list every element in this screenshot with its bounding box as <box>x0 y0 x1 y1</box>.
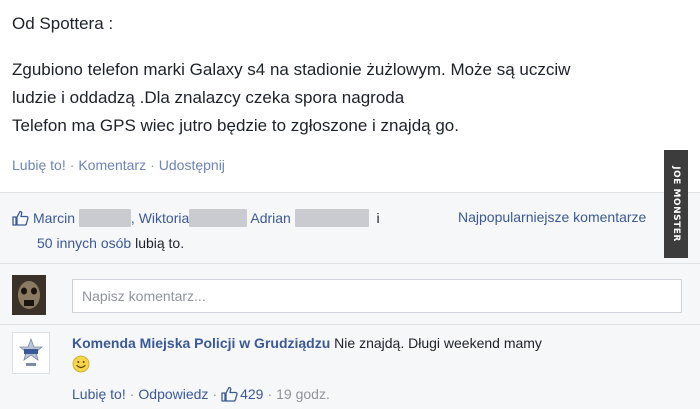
police-avatar[interactable] <box>12 332 50 374</box>
post-body-line: Telefon ma GPS wiec jutro będzie to zgło… <box>12 116 459 135</box>
and-text: i <box>376 210 380 226</box>
redacted-surname <box>78 209 131 227</box>
share-link[interactable]: Udostępnij <box>159 157 225 173</box>
comment-actions: Lubię to! · Odpowiedz · 429 · 19 godz. <box>72 386 330 405</box>
post-actions: Lubię to! · Komentarz · Udostępnij <box>12 157 225 173</box>
liker-name[interactable]: Wiktoria <box>139 210 190 226</box>
comment-timestamp[interactable]: 19 godz. <box>276 386 330 402</box>
separator: · <box>212 386 218 402</box>
liker-name[interactable]: Adrian <box>250 210 290 226</box>
feedback-section: Marcin , Wiktoria Adrian i Najpopularnie… <box>0 192 700 409</box>
comment-input-box[interactable] <box>72 279 682 313</box>
like-link[interactable]: Lubię to! <box>12 157 66 173</box>
separator: · <box>129 386 135 402</box>
watermark-text: JOE MONSTER <box>671 166 681 242</box>
separator: · <box>150 157 155 173</box>
likes-suffix: lubią to. <box>135 235 185 251</box>
comment-input[interactable] <box>73 280 681 312</box>
redacted-surname <box>189 209 248 227</box>
thumbs-up-icon <box>12 210 29 229</box>
avatar[interactable] <box>12 275 46 315</box>
comment-like-count[interactable]: 429 <box>240 386 263 402</box>
joe-monster-watermark: JOE MONSTER <box>664 150 688 258</box>
smiley-emoji-icon <box>72 355 90 378</box>
likes-summary-line2: 50 innych osób lubią to. <box>37 235 184 251</box>
redacted-surname <box>294 209 369 227</box>
comment-author[interactable]: Komenda Miejska Policji w Grudziądzu <box>72 335 330 351</box>
reply-link[interactable]: Odpowiedz <box>138 386 208 402</box>
separator: · <box>267 386 273 402</box>
comment-text: Nie znajdą. Długi weekend mamy <box>334 335 542 351</box>
post-body: Zgubiono telefon marki Galaxy s4 na stad… <box>12 56 700 140</box>
post-body-line: ludzie i oddadzą .Dla znalazcy czeka spo… <box>12 88 405 107</box>
post-header: Od Spottera : <box>12 14 114 33</box>
separator: · <box>69 157 75 173</box>
divider <box>0 263 700 264</box>
sort-comments-link[interactable]: Najpopularniejsze komentarze <box>458 209 646 225</box>
thumbs-up-icon <box>221 386 238 405</box>
comment: Komenda Miejska Policji w Grudziądzu Nie… <box>72 335 542 351</box>
comment-link[interactable]: Komentarz <box>78 157 146 173</box>
post: Od Spottera : Zgubiono telefon marki Gal… <box>0 0 700 190</box>
others-link[interactable]: 50 innych osób <box>37 235 131 251</box>
divider <box>0 324 700 325</box>
liker-name[interactable]: Marcin <box>33 210 75 226</box>
post-body-line: Zgubiono telefon marki Galaxy s4 na stad… <box>12 60 571 79</box>
comment-like-link[interactable]: Lubię to! <box>72 386 126 402</box>
likes-summary: Marcin , Wiktoria Adrian i <box>12 209 380 229</box>
